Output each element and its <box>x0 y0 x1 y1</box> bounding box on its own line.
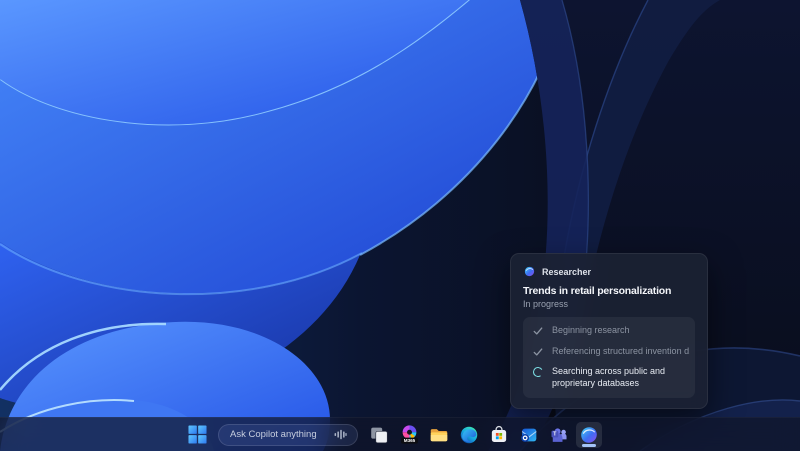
m365-copilot-button[interactable]: M365 <box>396 422 422 448</box>
check-icon <box>531 325 545 336</box>
m365-badge-text: M365 <box>403 438 415 443</box>
progress-step-3: Searching across public and proprietary … <box>531 366 690 389</box>
step-label: Beginning research <box>552 325 630 337</box>
task-view-button[interactable] <box>366 422 392 448</box>
teams-icon: T <box>548 424 570 446</box>
outlook-icon <box>518 424 540 446</box>
progress-step-2: Referencing structured invention d... <box>531 346 690 358</box>
microsoft-store-button[interactable] <box>486 422 512 448</box>
task-view-icon <box>368 424 390 446</box>
teams-button[interactable]: T <box>546 422 572 448</box>
research-steps-panel: Beginning research Referencing structure… <box>523 317 695 398</box>
taskbar: Ask Copilot anything <box>0 417 800 451</box>
card-header: Researcher <box>523 265 695 278</box>
researcher-app-icon <box>523 265 536 278</box>
active-app-indicator <box>582 444 596 447</box>
voice-waveform-icon <box>334 429 347 440</box>
step-label: Searching across public and proprietary … <box>552 366 690 389</box>
taskbar-items: Ask Copilot anything <box>184 418 602 451</box>
copilot-app-button[interactable] <box>576 422 602 448</box>
outlook-button[interactable] <box>516 422 542 448</box>
edge-icon <box>458 424 480 446</box>
file-explorer-icon <box>428 424 450 446</box>
m365-copilot-icon: M365 <box>398 423 421 446</box>
spinner-icon <box>531 366 545 377</box>
researcher-app-label: Researcher <box>542 267 591 277</box>
file-explorer-button[interactable] <box>426 422 452 448</box>
edge-button[interactable] <box>456 422 482 448</box>
copilot-search-box[interactable]: Ask Copilot anything <box>218 424 358 446</box>
windows-logo-icon <box>188 425 207 444</box>
check-icon <box>531 346 545 357</box>
search-placeholder: Ask Copilot anything <box>230 429 332 440</box>
research-status: In progress <box>523 299 695 309</box>
copilot-icon <box>578 424 600 446</box>
desktop[interactable]: Researcher Trends in retail personalizat… <box>0 0 800 451</box>
voice-input-button[interactable] <box>332 427 349 442</box>
step-label: Referencing structured invention d... <box>552 346 690 358</box>
research-title: Trends in retail personalization <box>523 285 695 297</box>
microsoft-store-icon <box>488 424 510 446</box>
start-button[interactable] <box>184 422 210 448</box>
researcher-progress-card[interactable]: Researcher Trends in retail personalizat… <box>510 253 708 409</box>
progress-step-1: Beginning research <box>531 325 690 337</box>
